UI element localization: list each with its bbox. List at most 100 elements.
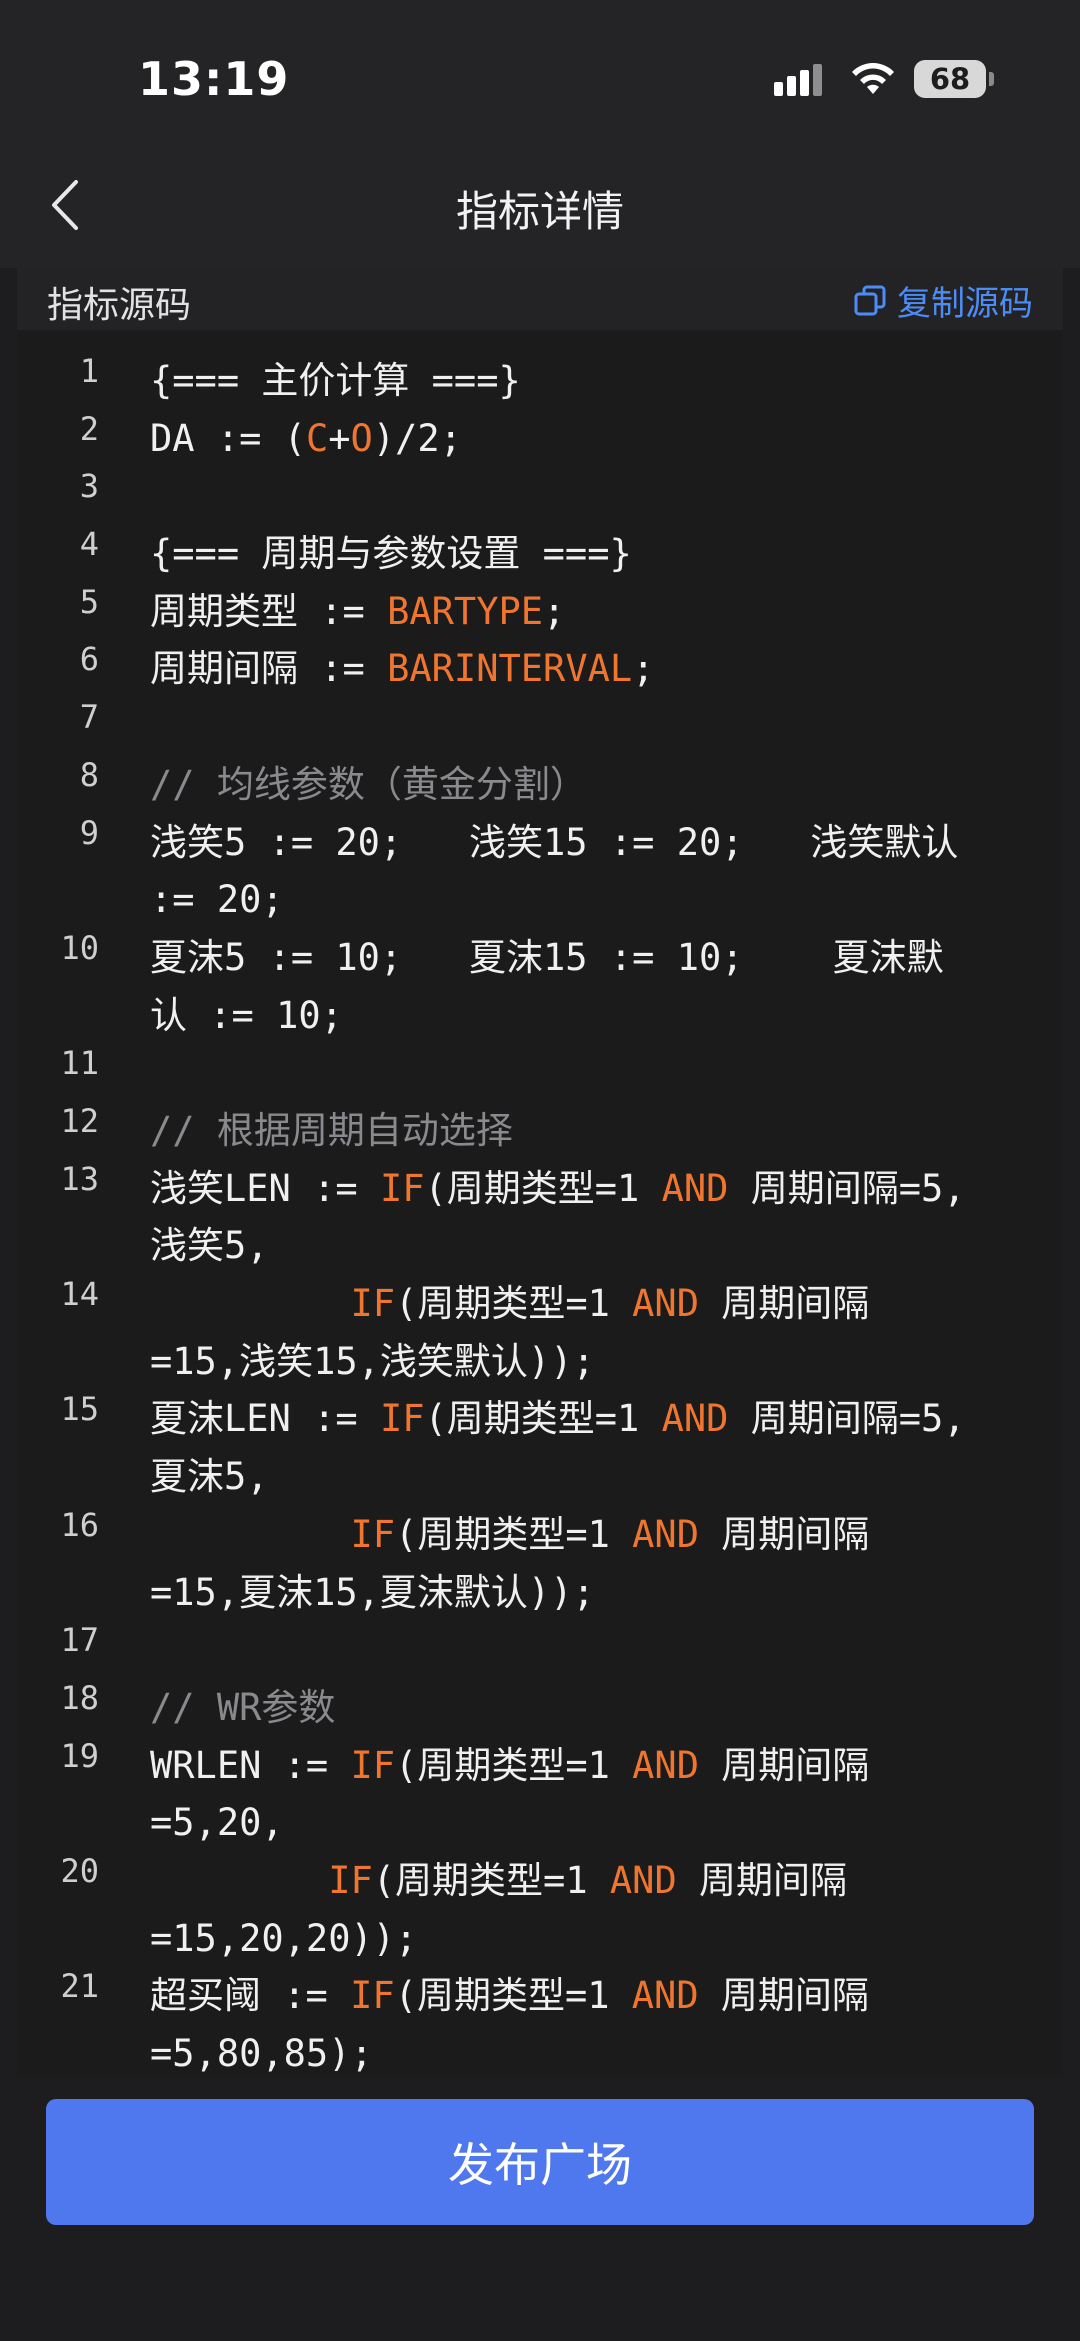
code-line: 16 IF(周期类型=1 AND 周期间隔 =15,夏沫15,夏沫默认)); [17, 1506, 1063, 1621]
code-token: (周期类型=1 [395, 1743, 633, 1787]
code-token: 超买阈 := [150, 1974, 351, 2018]
code-token: (周期类型=1 [394, 1974, 632, 2018]
copy-icon [854, 285, 886, 315]
code-line: 5 周期类型 := BARTYPE; [17, 583, 1063, 641]
code-keyword: IF [350, 1743, 396, 1787]
code-keyword: BARINTERVAL [387, 647, 633, 691]
code-line: 11 [17, 1044, 1063, 1102]
code-line: 15 夏沫LEN := IF(周期类型=1 AND 周期间隔=5, 夏沫5, [17, 1390, 1063, 1505]
code-keyword: C [305, 416, 329, 460]
code-keyword: IF [379, 1166, 425, 1210]
code-token: (周期类型=1 [424, 1166, 662, 1210]
code-text: 夏沫5 := 10; 夏沫15 := 10; 夏沫默 认 := 10; [150, 929, 1050, 1044]
code-line: 3 [17, 467, 1063, 525]
line-number: 20 [60, 1851, 99, 1890]
line-number: 11 [60, 1044, 99, 1083]
code-keyword: AND [609, 1858, 677, 1902]
line-number: 14 [60, 1275, 99, 1314]
code-text: WRLEN := IF(周期类型=1 AND 周期间隔 =5,20, [150, 1737, 1050, 1852]
code-token: (周期类型=1 [372, 1858, 610, 1902]
code-card: 指标源码 复制源码 1 {=== 主价计算 ===} 2 DA := (C+O)/2;… [17, 268, 1063, 2076]
line-number: 8 [79, 755, 99, 794]
code-keyword: AND [661, 1397, 729, 1441]
code-text: // WR参数 [150, 1679, 1050, 1737]
line-number: 4 [79, 525, 99, 564]
code-token: (周期类型=1 [395, 1282, 633, 1326]
code-line: 19 WRLEN := IF(周期类型=1 AND 周期间隔 =5,20, [17, 1737, 1063, 1852]
code-text: IF(周期类型=1 AND 周期间隔 =15,夏沫15,夏沫默认)); [150, 1506, 1050, 1621]
code-token: 夏沫5 := 10; 夏沫15 := 10; 夏沫默 认 := 10; [150, 935, 944, 1037]
status-time: 13:19 [138, 52, 290, 106]
line-number: 2 [79, 409, 99, 448]
line-number: 10 [60, 928, 99, 967]
code-line: 21 超买阈 := IF(周期类型=1 AND 周期间隔 =5,80,85); [17, 1967, 1063, 2076]
line-number: 15 [60, 1390, 99, 1429]
code-text: 浅笑5 := 20; 浅笑15 := 20; 浅笑默认 := 20; [150, 814, 1050, 929]
code-text: 超买阈 := IF(周期类型=1 AND 周期间隔 =5,80,85); [150, 1967, 1050, 2076]
code-line: 6 周期间隔 := BARINTERVAL; [17, 640, 1063, 698]
code-token: (周期类型=1 [424, 1397, 662, 1441]
signal-icon [774, 62, 830, 100]
code-token: {=== 主价计算 ===} [150, 359, 521, 402]
code-comment: // 根据周期自动选择 [150, 1108, 513, 1152]
line-number: 18 [60, 1678, 99, 1717]
code-text: // 根据周期自动选择 [150, 1102, 1050, 1160]
publish-button[interactable]: 发布广场 [46, 2099, 1034, 2225]
code-comment: // WR参数 [150, 1685, 336, 1729]
line-number: 19 [60, 1736, 99, 1775]
code-line: 2 DA := (C+O)/2; [17, 410, 1063, 468]
code-text: DA := (C+O)/2; [150, 410, 1050, 468]
card-header: 指标源码 复制源码 [17, 268, 1063, 330]
code-line: 17 [17, 1621, 1063, 1679]
code-keyword: AND [631, 1974, 699, 2018]
line-number: 1 [79, 352, 99, 390]
top-bar: 13:19 68 指标详情 [0, 0, 1080, 268]
code-token: (周期类型=1 [395, 1512, 633, 1556]
code-keyword: IF [350, 1512, 396, 1556]
code-token: 周期间隔 := [150, 647, 388, 691]
line-number: 5 [79, 582, 99, 621]
code-text: // 均线参数（黄金分割） [150, 756, 1050, 814]
code-text: IF(周期类型=1 AND 周期间隔 =15,浅笑15,浅笑默认)); [150, 1275, 1050, 1390]
code-token: ; [632, 647, 655, 691]
code-line: 10 夏沫5 := 10; 夏沫15 := 10; 夏沫默 认 := 10; [17, 929, 1063, 1044]
code-keyword: AND [632, 1743, 699, 1787]
line-number: 13 [60, 1159, 99, 1198]
code-token: )/2; [372, 416, 462, 460]
copy-source-label: 复制源码 [897, 284, 1033, 324]
code-line: 8 // 均线参数（黄金分割） [17, 756, 1063, 814]
code-token: DA := ( [150, 416, 306, 460]
code-line: 12 // 根据周期自动选择 [17, 1102, 1063, 1160]
battery-tip [989, 72, 994, 86]
code-text: 夏沫LEN := IF(周期类型=1 AND 周期间隔=5, 夏沫5, [150, 1390, 1050, 1505]
code-line: 7 [17, 698, 1063, 756]
code-block[interactable]: 1 {=== 主价计算 ===} 2 DA := (C+O)/2; 3 4 {=== 周期与… [17, 352, 1063, 2076]
code-text: {=== 主价计算 ===} [150, 352, 1050, 410]
line-number: 6 [79, 640, 99, 679]
code-comment: // 均线参数（黄金分割） [150, 762, 587, 806]
copy-source-button[interactable]: 复制源码 [853, 276, 1033, 325]
code-token: WRLEN := [150, 1743, 351, 1787]
code-text: 浅笑LEN := IF(周期类型=1 AND 周期间隔=5, 浅笑5, [150, 1160, 1050, 1275]
card-title: 指标源码 [47, 285, 192, 326]
page-title: 指标详情 [455, 187, 624, 236]
code-token: {=== 周期与参数设置 ===} [150, 532, 632, 576]
code-text: 周期间隔 := BARINTERVAL; [150, 640, 1050, 698]
code-text: 周期类型 := BARTYPE; [150, 583, 1050, 641]
code-line: 4 {=== 周期与参数设置 ===} [17, 525, 1063, 583]
code-token: 浅笑5 := 20; 浅笑15 := 20; 浅笑默认 := 20; [150, 820, 959, 922]
code-line: 14 IF(周期类型=1 AND 周期间隔 =15,浅笑15,浅笑默认)); [17, 1275, 1063, 1390]
code-token: 周期类型 := [150, 589, 388, 633]
code-keyword: AND [632, 1282, 699, 1326]
line-number: 3 [79, 467, 99, 506]
line-number: 16 [60, 1505, 99, 1544]
code-keyword: IF [328, 1858, 373, 1902]
code-keyword: BARTYPE [387, 589, 544, 633]
battery-indicator: 68 [914, 60, 986, 98]
line-number: 17 [60, 1621, 99, 1660]
code-keyword: AND [632, 1512, 699, 1556]
code-line: 1 {=== 主价计算 ===} [17, 352, 1063, 410]
code-text: {=== 周期与参数设置 ===} [150, 525, 1050, 583]
